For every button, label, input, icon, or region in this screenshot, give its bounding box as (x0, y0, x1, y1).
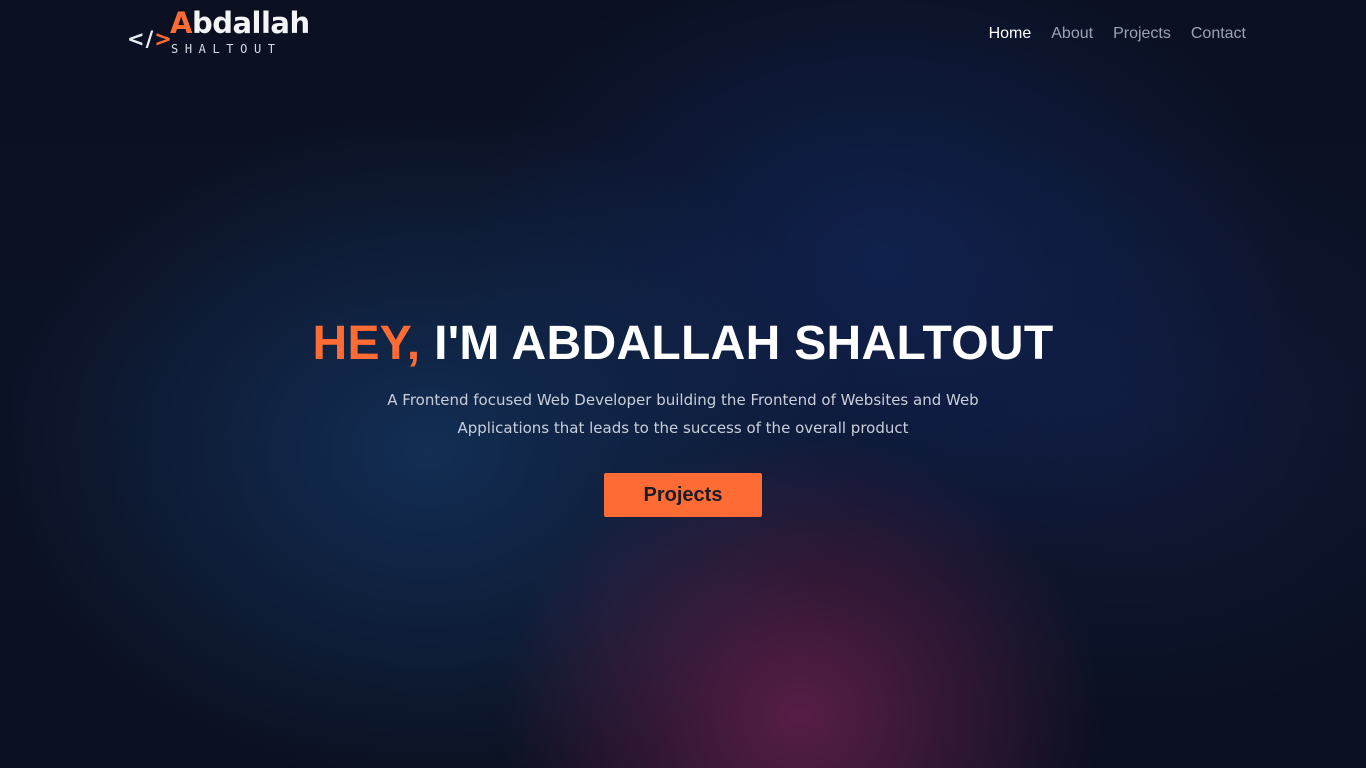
main-nav: Home About Projects Contact (989, 24, 1246, 44)
nav-link-about[interactable]: About (1051, 24, 1093, 44)
hero-title: HEY, I'M ABDALLAH SHALTOUT (0, 316, 1366, 372)
site-header: </> Abdallah SHALTOUT Home About Project… (0, 0, 1366, 68)
projects-button[interactable]: Projects (604, 473, 762, 517)
site-logo[interactable]: </> Abdallah SHALTOUT (127, 9, 317, 59)
nav-link-projects[interactable]: Projects (1113, 24, 1171, 44)
hero-name: I'M ABDALLAH SHALTOUT (434, 317, 1054, 370)
logo-initial: A (170, 6, 192, 40)
code-brackets-icon: </> (127, 27, 173, 51)
nav-link-contact[interactable]: Contact (1191, 24, 1246, 44)
nav-link-home[interactable]: Home (989, 24, 1032, 44)
hero-section: HEY, I'M ABDALLAH SHALTOUT A Frontend fo… (0, 316, 1366, 517)
logo-first-rest: bdallah (191, 6, 310, 40)
logo-first-name: Abdallah (170, 9, 310, 38)
hero-description: A Frontend focused Web Developer buildin… (387, 391, 979, 437)
logo-last-name: SHALTOUT (171, 42, 282, 56)
hero-greeting: HEY, (312, 317, 421, 370)
